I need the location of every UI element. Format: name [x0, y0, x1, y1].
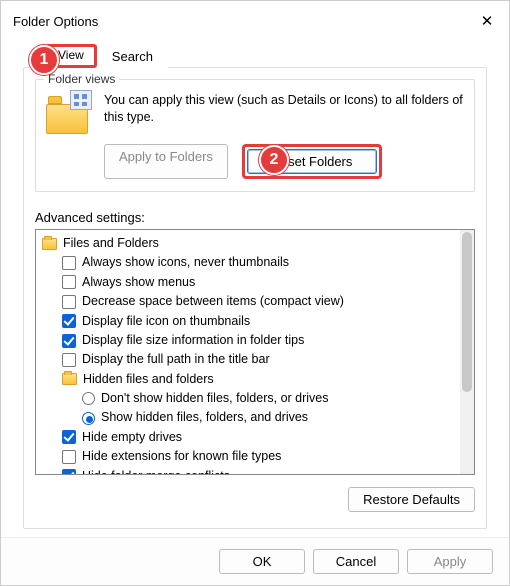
folder-icon	[62, 373, 77, 385]
tab-panel-view: Folder views You can apply this view (su…	[23, 71, 487, 529]
checkbox[interactable]	[62, 256, 76, 270]
tab-search[interactable]: Search	[97, 45, 168, 68]
scrollbar-thumb[interactable]	[462, 232, 472, 392]
tabs: View Search	[1, 43, 509, 69]
apply-button[interactable]: Apply	[407, 549, 493, 574]
checkbox[interactable]	[62, 430, 76, 444]
titlebar: Folder Options ✕	[1, 1, 509, 37]
folder-views-description: You can apply this view (such as Details…	[104, 92, 464, 134]
checkbox[interactable]	[62, 469, 76, 475]
annotation-callout-1: 1	[29, 45, 59, 75]
scrollbar[interactable]	[460, 230, 474, 474]
checkbox[interactable]	[62, 334, 76, 348]
close-icon[interactable]: ✕	[477, 12, 497, 30]
tree-group-files-and-folders[interactable]: Files and Folders	[42, 234, 468, 253]
folder-icon	[46, 94, 90, 134]
tree-item[interactable]: Hide extensions for known file types	[42, 447, 468, 466]
tree-item[interactable]: Display the full path in the title bar	[42, 350, 468, 369]
folder-views-legend: Folder views	[44, 72, 119, 86]
dialog-buttons: OK Cancel Apply	[1, 537, 509, 585]
folder-views-group: Folder views You can apply this view (su…	[35, 79, 475, 192]
tab-view[interactable]: View	[58, 48, 84, 62]
checkbox[interactable]	[62, 314, 76, 328]
tree-item[interactable]: Display file size information in folder …	[42, 331, 468, 350]
tree-item[interactable]: Display file icon on thumbnails	[42, 312, 468, 331]
tree-group-hidden-files[interactable]: Hidden files and folders	[42, 370, 468, 389]
advanced-settings-list[interactable]: Files and Folders Always show icons, nev…	[35, 229, 475, 475]
folder-options-window: Folder Options ✕ View Search 1 2 Folder …	[0, 0, 510, 586]
tree-item[interactable]: Always show icons, never thumbnails	[42, 253, 468, 272]
tree-item[interactable]: Decrease space between items (compact vi…	[42, 292, 468, 311]
ok-button[interactable]: OK	[219, 549, 305, 574]
checkbox[interactable]	[62, 353, 76, 367]
checkbox[interactable]	[62, 450, 76, 464]
annotation-callout-2: 2	[259, 145, 289, 175]
radio[interactable]	[82, 392, 95, 405]
tree-item[interactable]: Always show menus	[42, 273, 468, 292]
advanced-settings-label: Advanced settings:	[35, 210, 475, 225]
checkbox[interactable]	[62, 275, 76, 289]
restore-defaults-button[interactable]: Restore Defaults	[348, 487, 475, 512]
folder-icon	[42, 238, 57, 250]
checkbox[interactable]	[62, 295, 76, 309]
apply-to-folders-button[interactable]: Apply to Folders	[104, 144, 228, 179]
tree-item[interactable]: Show hidden files, folders, and drives	[42, 408, 468, 427]
tree-item[interactable]: Hide empty drives	[42, 428, 468, 447]
tree-item[interactable]: Hide folder merge conflicts	[42, 467, 468, 476]
window-title: Folder Options	[13, 14, 98, 29]
tree-item[interactable]: Don't show hidden files, folders, or dri…	[42, 389, 468, 408]
cancel-button[interactable]: Cancel	[313, 549, 399, 574]
radio[interactable]	[82, 412, 95, 425]
